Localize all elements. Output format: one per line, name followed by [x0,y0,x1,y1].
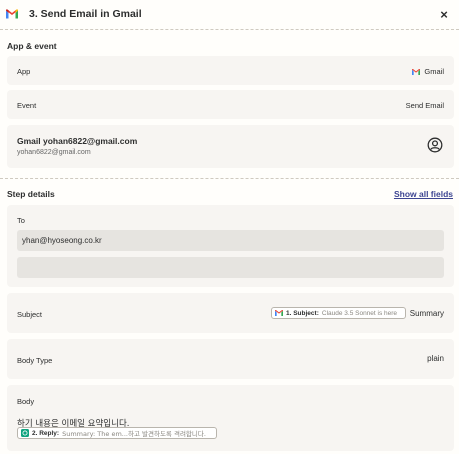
body-pill-value: Summary: The em...하고 발견하도록 격려합니다. [62,430,206,438]
app-field[interactable]: App Gmail [7,56,454,85]
gmail-icon [275,310,283,316]
section-title-app-event: App & event [7,41,57,51]
event-value: Send Email [405,101,444,110]
body-type-value: plain [427,354,444,363]
body-type-field[interactable]: Body Type plain [7,339,454,379]
subject-mapped-pill[interactable]: 1. Subject: Claude 3.5 Sonnet is here [271,307,406,319]
to-field: To yhan@hyoseong.co.kr [7,205,454,287]
body-field[interactable]: Body 하기 내용은 이메일 요약입니다. 2. Reply: Summary… [7,385,454,451]
to-input[interactable]: yhan@hyoseong.co.kr [17,230,444,251]
divider [0,29,459,30]
event-label: Event [17,101,37,110]
body-pill-title: 2. Reply: [32,429,60,437]
subject-field: Subject 1. Subject: Claude 3.5 Sonnet is… [7,293,454,333]
body-label: Body [17,397,35,406]
app-value-text: Gmail [424,67,444,76]
event-field[interactable]: Event Send Email [7,90,454,119]
close-button[interactable]: × [437,7,451,22]
subject-label: Subject [17,310,43,319]
subject-pill-title: 1. Subject: [286,309,319,317]
app-value: Gmail [412,67,444,76]
to-label: To [17,216,25,225]
account-field[interactable]: Gmail yohan6822@gmail.com yohan6822@gmai… [7,125,454,168]
account-name: Gmail yohan6822@gmail.com [17,136,138,146]
subject-pill-value: Claude 3.5 Sonnet is here [321,309,398,317]
chatgpt-icon [21,429,29,437]
account-email: yohan6822@gmail.com [17,149,91,156]
section-title-step-details: Step details [7,189,55,199]
body-mapped-pill[interactable]: 2. Reply: Summary: The em...하고 발견하도록 격려합… [17,427,217,439]
user-account-icon[interactable] [427,137,443,153]
gmail-logo-icon [6,9,18,19]
to-input-empty[interactable] [17,257,444,278]
modal-title: 3. Send Email in Gmail [29,8,142,20]
show-all-fields-link[interactable]: Show all fields [394,189,453,199]
body-type-label: Body Type [17,356,53,365]
app-label: App [17,67,31,76]
modal-header: 3. Send Email in Gmail × [0,0,459,28]
divider [0,178,459,179]
subject-suffix: Summary [409,309,444,318]
gmail-icon [412,68,421,75]
